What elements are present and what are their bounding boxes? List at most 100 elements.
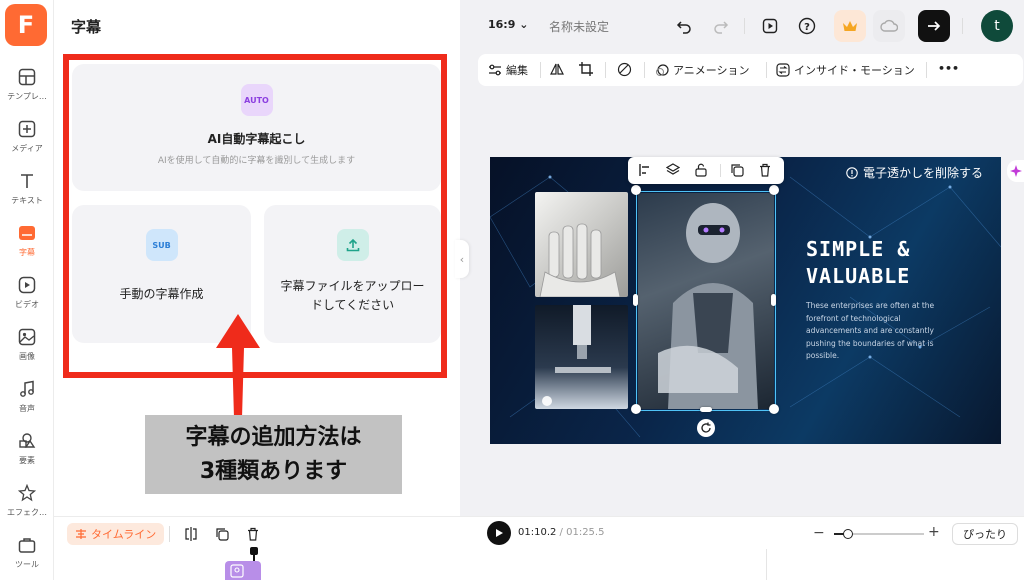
rotate-handle[interactable] xyxy=(697,419,715,437)
play-button[interactable] xyxy=(487,521,511,545)
remove-watermark-button[interactable]: 電子透かしを削除する xyxy=(846,164,983,181)
play-icon xyxy=(496,529,503,537)
divider xyxy=(540,62,541,78)
duplicate-icon[interactable] xyxy=(730,163,744,177)
playhead-knob[interactable] xyxy=(250,547,258,555)
collapse-panel-button[interactable]: ‹ xyxy=(455,240,469,278)
sidebar-item-label: テンプレ… xyxy=(7,92,47,101)
align-icon[interactable] xyxy=(638,163,652,177)
timeline-clip[interactable] xyxy=(225,561,261,580)
sidebar-item-elements[interactable]: 要素 xyxy=(0,430,54,478)
sidebar-item-label: エフェク… xyxy=(7,508,47,517)
resize-handle[interactable] xyxy=(631,404,641,414)
video-icon xyxy=(16,274,38,296)
zoom-out-button[interactable]: − xyxy=(813,525,825,541)
redo-button[interactable] xyxy=(705,10,737,42)
motion-icon xyxy=(776,63,790,77)
flip-button[interactable] xyxy=(550,62,564,76)
help-button[interactable]: ? xyxy=(791,10,823,42)
sidebar-item-audio[interactable]: 音声 xyxy=(0,378,54,426)
auto-subtitle-card[interactable]: AUTO AI自動字幕起こし AIを使用して自動的に字幕を識別して生成します xyxy=(72,64,441,191)
red-arrow-icon xyxy=(216,314,260,418)
subtitle-icon xyxy=(16,222,38,244)
resize-handle[interactable] xyxy=(769,185,779,195)
elements-icon xyxy=(16,430,38,452)
sidebar-item-label: 字幕 xyxy=(19,248,35,257)
floating-toolbar xyxy=(628,157,784,184)
sliders-icon xyxy=(489,64,501,76)
app-logo[interactable]: F xyxy=(5,4,47,46)
upload-subtitle-card[interactable]: 字幕ファイルをアップロー ドしてください xyxy=(264,205,441,343)
zoom-in-button[interactable]: + xyxy=(928,524,940,540)
layers-icon[interactable] xyxy=(666,163,680,177)
user-avatar[interactable]: t xyxy=(981,10,1013,42)
fit-button[interactable]: ぴったり xyxy=(952,523,1018,545)
edit-button[interactable]: 編集 xyxy=(488,62,528,78)
trash-icon[interactable] xyxy=(758,163,772,177)
zoom-slider[interactable] xyxy=(834,529,924,539)
premium-button[interactable] xyxy=(834,10,866,42)
crown-icon xyxy=(843,21,857,31)
divider xyxy=(962,18,963,34)
template-icon xyxy=(16,66,38,88)
document-name[interactable]: 名称未設定 xyxy=(549,18,609,35)
timeline-button[interactable]: タイムライン xyxy=(67,523,165,545)
undo-icon xyxy=(676,21,691,34)
sidebar-item-effects[interactable]: エフェク… xyxy=(0,482,54,530)
text-icon xyxy=(16,170,38,192)
tools-icon xyxy=(16,534,38,556)
robot-hand-photo[interactable] xyxy=(535,192,628,298)
more-options-icon[interactable]: ••• xyxy=(938,62,959,75)
sidebar-item-label: 音声 xyxy=(19,404,35,413)
playback-time: 01:10.2 / 01:25.5 xyxy=(518,527,604,538)
auto-subtitle-title: AI自動字幕起こし xyxy=(207,132,306,146)
sidebar-item-media[interactable]: メディア xyxy=(0,118,54,166)
filter-button[interactable] xyxy=(617,62,632,77)
resize-handle[interactable] xyxy=(771,294,776,306)
svg-text:?: ? xyxy=(804,22,810,33)
inside-motion-label: インサイド・モーション xyxy=(794,64,915,77)
split-icon[interactable] xyxy=(184,527,198,541)
sidebar-item-template[interactable]: テンプレ… xyxy=(0,66,54,114)
preview-button[interactable] xyxy=(754,10,786,42)
chevron-left-icon: ‹ xyxy=(459,252,465,266)
cloud-save-button[interactable] xyxy=(873,10,905,42)
unlock-icon[interactable] xyxy=(694,163,708,177)
editor-app: F テンプレ… メディア テキスト 字幕 ビデオ 画像 音声 要素 エフェク… … xyxy=(0,0,1024,580)
clip-image-icon xyxy=(230,564,244,578)
sidebar-item-video[interactable]: ビデオ xyxy=(0,274,54,322)
divider xyxy=(766,549,767,580)
edit-label: 編集 xyxy=(506,64,528,77)
robot-hand-image xyxy=(539,223,621,298)
inside-motion-button[interactable]: インサイド・モーション xyxy=(776,62,915,78)
manual-subtitle-icon: SUB xyxy=(145,229,178,261)
media-upload-icon xyxy=(16,118,38,140)
design-body-text[interactable]: These enterprises are often at the foref… xyxy=(806,300,946,363)
delete-icon[interactable] xyxy=(246,527,260,541)
export-button[interactable] xyxy=(918,10,950,42)
undo-button[interactable] xyxy=(668,10,700,42)
copy-icon[interactable] xyxy=(215,527,229,541)
robot-photo[interactable] xyxy=(638,193,774,409)
sidebar-item-label: メディア xyxy=(11,144,43,153)
sidebar-item-subtitle[interactable]: 字幕 xyxy=(0,222,54,270)
crop-button[interactable] xyxy=(579,62,593,76)
microscope-photo[interactable] xyxy=(535,305,628,409)
design-headline[interactable]: SIMPLE & VALUABLE xyxy=(806,236,910,290)
resize-handle[interactable] xyxy=(769,404,779,414)
rotate-icon xyxy=(701,422,711,433)
aspect-ratio-select[interactable]: 16:9 ⌄ xyxy=(488,18,528,31)
sidebar-item-tools[interactable]: ツール xyxy=(0,534,54,580)
resize-handle[interactable] xyxy=(700,407,712,412)
sidebar-item-text[interactable]: テキスト xyxy=(0,170,54,218)
zoom-slider-thumb[interactable] xyxy=(842,529,853,539)
info-icon xyxy=(846,166,858,179)
divider xyxy=(605,62,606,78)
assistant-button[interactable] xyxy=(1007,160,1024,182)
resize-handle[interactable] xyxy=(633,294,638,306)
sidebar-item-image[interactable]: 画像 xyxy=(0,326,54,374)
robot-image xyxy=(658,203,758,409)
animation-button[interactable]: アニメーション xyxy=(655,62,750,78)
resize-handle[interactable] xyxy=(631,185,641,195)
timeline-icon xyxy=(76,529,86,539)
